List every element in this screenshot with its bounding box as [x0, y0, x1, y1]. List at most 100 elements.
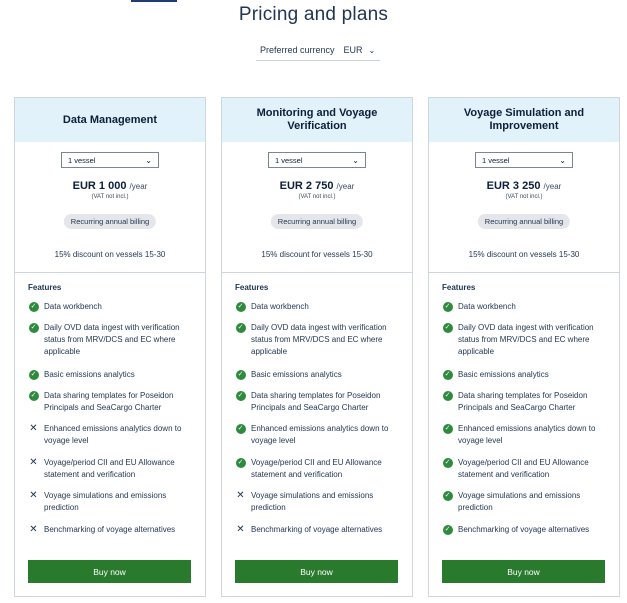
- check-glyph: ✓: [442, 423, 453, 434]
- feature-text: Enhanced emissions analytics down to voy…: [251, 424, 389, 445]
- check-glyph: ✓: [235, 423, 246, 434]
- discount-note: 15% discount on vessels 15-30: [54, 250, 166, 259]
- plan-name: Data Management: [62, 113, 158, 126]
- page-title: Pricing and plans: [238, 4, 389, 25]
- vessel-count-select[interactable]: 1 vessel ⌄: [475, 152, 573, 168]
- feature-text: Voyage/period CII and EU Allowance state…: [251, 458, 382, 479]
- x-glyph: ✕: [29, 489, 38, 501]
- feature-text: Voyage simulations and emissions predict…: [458, 491, 581, 512]
- feature-text: Voyage/period CII and EU Allowance state…: [44, 458, 175, 479]
- feature-text: Voyage/period CII and EU Allowance state…: [458, 458, 589, 479]
- check-circle-icon: ✓: [28, 301, 39, 312]
- billing-badge: Recurring annual billing: [477, 214, 571, 229]
- buy-now-button[interactable]: Buy now: [28, 560, 191, 583]
- feature-item: ✓ Data sharing templates for Poseidon Pri…: [442, 390, 613, 414]
- divider: [15, 272, 205, 273]
- check-glyph: ✓: [235, 369, 246, 380]
- feature-item: ✕ Enhanced emissions analytics down to vo…: [28, 423, 199, 447]
- vessel-count-select[interactable]: 1 vessel ⌄: [61, 152, 159, 168]
- check-glyph: ✓: [442, 390, 453, 401]
- currency-selector[interactable]: Preferred currency EUR ⌄: [256, 40, 380, 61]
- plan-card-1: Data Management 1 vessel ⌄ EUR 1 000 /ye…: [14, 97, 206, 597]
- feature-text: Data sharing templates for Poseidon Prin…: [458, 391, 588, 412]
- price-amount: EUR 1 000: [72, 180, 127, 192]
- check-glyph: ✓: [28, 369, 39, 380]
- buy-now-button[interactable]: Buy now: [235, 560, 398, 583]
- check-circle-icon: ✓: [442, 390, 453, 401]
- feature-item: ✓ Enhanced emissions analytics down to vo…: [235, 423, 406, 447]
- plan-name: Voyage Simulation and Improvement: [463, 107, 585, 132]
- vessel-count-value: 1 vessel: [275, 155, 303, 165]
- feature-text: Benchmarking of voyage alternatives: [458, 525, 590, 534]
- check-glyph: ✓: [28, 322, 39, 333]
- check-circle-icon: ✓: [235, 457, 246, 468]
- x-icon: ✕: [28, 423, 39, 434]
- plan-card-3: Voyage Simulation and Improvement 1 vess…: [428, 97, 620, 597]
- feature-item: ✓ Voyage/period CII and EU Allowance stat…: [235, 457, 406, 481]
- vat-note: (VAT not incl.): [91, 194, 129, 200]
- plan-card-2: Monitoring and Voyage Verification 1 ves…: [221, 97, 413, 597]
- plan-title: Data Management: [15, 98, 205, 142]
- check-circle-icon: ✓: [442, 490, 453, 501]
- x-icon: ✕: [235, 490, 246, 501]
- feature-item: ✓ Enhanced emissions analytics down to vo…: [442, 423, 613, 447]
- feature-item: ✓ Daily OVD data ingest with verification…: [28, 322, 199, 358]
- feature-item: ✓ Basic emissions analytics: [28, 369, 199, 381]
- plan-price: EUR 3 250 /year: [429, 180, 619, 192]
- feature-item: ✕ Voyage/period CII and EU Allowance stat…: [28, 457, 199, 481]
- feature-text: Daily OVD data ingest with verification …: [251, 323, 387, 356]
- discount-note: 15% discount on vessels 15-30: [468, 250, 580, 259]
- check-circle-icon: ✓: [442, 369, 453, 380]
- check-glyph: ✓: [235, 301, 246, 312]
- feature-item: ✓ Data sharing templates for Poseidon Pri…: [235, 390, 406, 414]
- buy-now-button[interactable]: Buy now: [442, 560, 605, 583]
- plan-price: EUR 1 000 /year: [15, 180, 205, 192]
- divider: [222, 272, 412, 273]
- feature-item: ✕ Voyage simulations and emissions predic…: [28, 490, 199, 514]
- feature-item: ✓ Benchmarking of voyage alternatives: [442, 524, 613, 536]
- chevron-down-icon: ⌄: [368, 45, 376, 55]
- feature-text: Enhanced emissions analytics down to voy…: [44, 424, 182, 445]
- price-period: /year: [129, 182, 148, 191]
- check-circle-icon: ✓: [235, 369, 246, 380]
- price-amount: EUR 3 250: [486, 180, 541, 192]
- top-accent-bar: [131, 0, 177, 2]
- feature-text: Daily OVD data ingest with verification …: [44, 323, 180, 356]
- check-glyph: ✓: [442, 369, 453, 380]
- feature-text: Data sharing templates for Poseidon Prin…: [44, 391, 174, 412]
- price-period: /year: [543, 182, 562, 191]
- feature-item: ✓ Data workbench: [28, 301, 199, 313]
- feature-text: Data workbench: [251, 302, 309, 311]
- check-glyph: ✓: [442, 301, 453, 312]
- features-title: Features: [442, 283, 476, 292]
- price-period: /year: [336, 182, 355, 191]
- plan-price: EUR 2 750 /year: [222, 180, 412, 192]
- billing-badge: Recurring annual billing: [270, 214, 364, 229]
- x-icon: ✕: [28, 524, 39, 535]
- feature-text: Basic emissions analytics: [44, 370, 135, 379]
- check-glyph: ✓: [442, 524, 453, 535]
- currency-value: EUR: [343, 45, 363, 55]
- currency-label: Preferred currency: [260, 45, 335, 55]
- price-amount: EUR 2 750: [279, 180, 334, 192]
- billing-badge: Recurring annual billing: [63, 214, 157, 229]
- feature-text: Data sharing templates for Poseidon Prin…: [251, 391, 381, 412]
- check-circle-icon: ✓: [235, 301, 246, 312]
- check-circle-icon: ✓: [28, 390, 39, 401]
- feature-item: ✓ Voyage simulations and emissions predic…: [442, 490, 613, 514]
- x-icon: ✕: [28, 457, 39, 468]
- x-glyph: ✕: [29, 523, 38, 535]
- check-circle-icon: ✓: [235, 423, 246, 434]
- x-glyph: ✕: [236, 489, 245, 501]
- check-glyph: ✓: [28, 301, 39, 312]
- feature-text: Basic emissions analytics: [458, 370, 549, 379]
- vessel-count-select[interactable]: 1 vessel ⌄: [268, 152, 366, 168]
- feature-item: ✓ Data workbench: [235, 301, 406, 313]
- feature-text: Voyage simulations and emissions predict…: [44, 491, 167, 512]
- feature-item: ✓ Voyage/period CII and EU Allowance stat…: [442, 457, 613, 481]
- chevron-down-icon: ⌄: [559, 155, 566, 165]
- chevron-down-icon: ⌄: [352, 155, 359, 165]
- x-glyph: ✕: [29, 456, 38, 468]
- check-glyph: ✓: [442, 457, 453, 468]
- feature-item: ✓ Data workbench: [442, 301, 613, 313]
